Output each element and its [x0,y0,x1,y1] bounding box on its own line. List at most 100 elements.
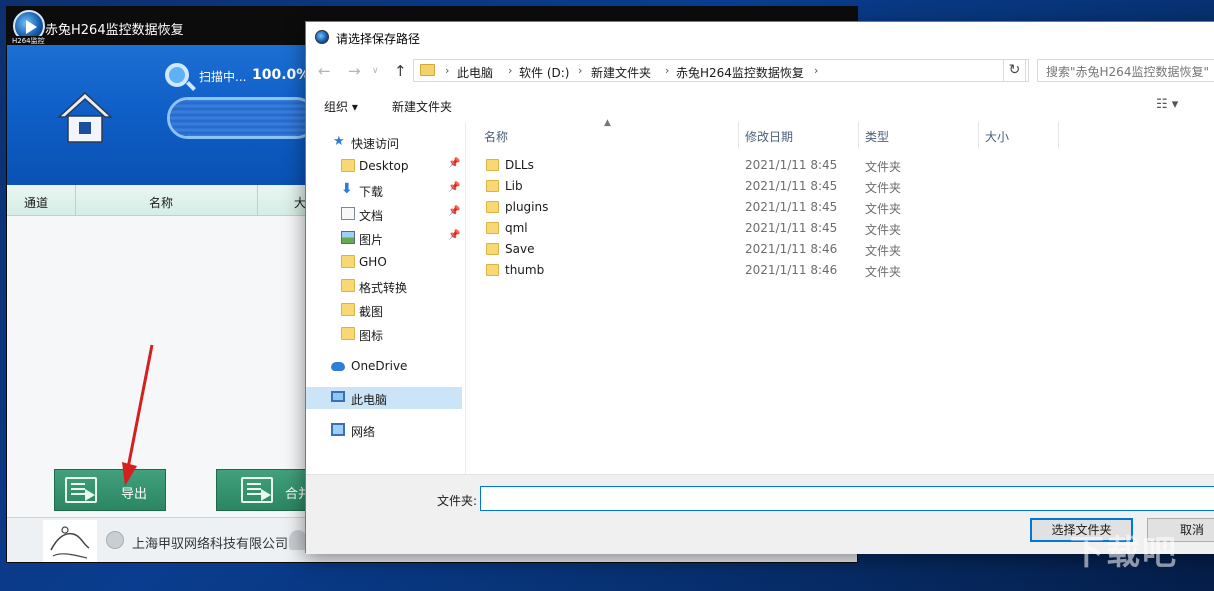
file-row[interactable]: Save 2021/1/11 8:46 文件夹 [466,239,1214,260]
pin-icon: 📌 [448,230,461,241]
nav-item-label: 格式转换 [359,281,408,295]
file-type: 文件夹 [865,244,902,258]
folder-icon [486,222,499,234]
scan-progress-bar [167,97,317,139]
column-header-size[interactable]: 大小 [985,128,1009,145]
new-folder-button[interactable]: 新建文件夹 [392,98,452,115]
nav-item-documents[interactable]: 文档 📌 [306,203,462,225]
folder-icon [486,201,499,213]
folder-icon [420,64,435,76]
address-bar[interactable]: › 此电脑 › 软件 (D:) › 新建文件夹 › 赤兔H264监控数据恢复 ›… [413,59,1101,82]
file-type: 文件夹 [865,160,902,174]
dialog-title: 请选择保存路径 [336,32,421,46]
back-arrow-icon[interactable]: ← [318,62,331,80]
view-options-icon[interactable]: ☷ ▾ [1156,97,1178,112]
nav-item-format-convert[interactable]: 格式转换 [306,275,462,297]
folder-icon [486,264,499,276]
dialog-titlebar[interactable]: 请选择保存路径 [306,22,1214,52]
save-path-dialog: 请选择保存路径 ← → ∨ ↑ › 此电脑 › 软件 (D:) › 新建文件夹 … [305,21,1214,554]
column-header-type[interactable]: 类型 [865,128,889,145]
nav-item-label: 下载 [359,185,384,199]
file-date: 2021/1/11 8:45 [745,200,838,214]
recent-locations-chevron-icon[interactable]: ∨ [372,66,379,76]
refresh-icon: ↻ [1008,62,1021,78]
folder-icon [486,159,499,171]
scan-progress-fill [170,100,314,136]
folder-icon [486,180,499,192]
nav-item-this-pc[interactable]: 此电脑 [306,387,462,409]
dialog-toolbar: 组织 ▾ 新建文件夹 ☷ ▾ [306,88,1214,122]
nav-item-gho[interactable]: GHO [306,251,462,273]
computer-icon [331,391,345,402]
folder-icon [341,159,355,172]
nav-item-label: 文档 [359,209,384,223]
nav-item-screenshots[interactable]: 截图 [306,299,462,321]
nav-item-icons[interactable]: 图标 [306,323,462,345]
folder-field-label: 文件夹: [437,494,478,508]
file-name: qml [505,221,528,235]
scan-percent: 100.0% [252,67,311,83]
folder-icon [341,303,355,316]
file-row[interactable]: plugins 2021/1/11 8:45 文件夹 [466,197,1214,218]
file-date: 2021/1/11 8:45 [745,179,838,193]
file-name: Save [505,242,535,256]
network-icon [331,423,345,436]
file-date: 2021/1/11 8:46 [745,242,838,256]
up-arrow-icon[interactable]: ↑ [394,62,407,80]
forward-arrow-icon[interactable]: → [348,62,361,80]
column-header-name[interactable]: 名称 [484,128,508,145]
sort-ascending-icon: ▲ [604,118,611,128]
export-icon [65,477,97,503]
nav-item-label: 网络 [351,425,376,439]
nav-item-network[interactable]: 网络 [306,419,462,441]
building-icon [106,531,124,549]
merge-icon [241,477,273,503]
column-header-date[interactable]: 修改日期 [745,128,793,145]
pin-icon: 📌 [448,206,461,217]
nav-item-pictures[interactable]: 图片 📌 [306,227,462,249]
nav-item-label: 截图 [359,305,384,319]
breadcrumb-new-folder[interactable]: 新建文件夹 [591,64,651,81]
nav-item-label: 此电脑 [351,393,388,407]
refresh-button[interactable]: ↻ [1003,59,1026,82]
dialog-navbar: ← → ∨ ↑ › 此电脑 › 软件 (D:) › 新建文件夹 › 赤兔H264… [306,52,1214,88]
file-date: 2021/1/11 8:45 [745,221,838,235]
nav-item-label: 快速访问 [351,137,400,151]
nav-item-label: 图标 [359,329,384,343]
file-name: DLLs [505,158,534,172]
app-title: 赤兔H264监控数据恢复 [45,23,184,38]
watermark-logo: 下载吧 [1070,533,1178,573]
nav-item-onedrive[interactable]: OneDrive [306,355,462,377]
nav-item-label: GHO [359,255,387,269]
nav-item-quick-access[interactable]: ★ 快速访问 [306,131,462,153]
file-row[interactable]: qml 2021/1/11 8:45 文件夹 [466,218,1214,239]
file-row[interactable]: Lib 2021/1/11 8:45 文件夹 [466,176,1214,197]
file-type: 文件夹 [865,223,902,237]
file-row[interactable]: thumb 2021/1/11 8:46 文件夹 [466,260,1214,281]
column-name[interactable]: 名称 [149,194,173,211]
pin-icon: 📌 [448,182,461,193]
search-input[interactable] [1037,59,1214,82]
breadcrumb-drive-d[interactable]: 软件 (D:) [519,64,569,81]
nav-item-desktop[interactable]: Desktop 📌 [306,155,462,177]
folder-icon [341,255,355,268]
dialog-app-icon [315,30,329,44]
file-list: ▲ 名称 修改日期 类型 大小 DLLs 2021/1/11 8:45 文件夹 … [466,118,1214,474]
file-type: 文件夹 [865,202,902,216]
home-icon[interactable] [57,89,113,145]
breadcrumb-this-pc[interactable]: 此电脑 [457,64,493,81]
file-row[interactable]: DLLs 2021/1/11 8:45 文件夹 [466,155,1214,176]
file-type: 文件夹 [865,265,902,279]
folder-icon [341,279,355,292]
folder-icon [341,327,355,340]
file-name: thumb [505,263,545,277]
file-name: Lib [505,179,523,193]
folder-input[interactable] [480,486,1214,511]
document-icon [341,207,355,220]
pin-icon: 📌 [448,158,461,169]
nav-item-downloads[interactable]: ⬇ 下载 📌 [306,179,462,201]
column-channel[interactable]: 通道 [24,194,48,211]
organize-menu[interactable]: 组织 ▾ [324,98,358,115]
breadcrumb-app-folder[interactable]: 赤兔H264监控数据恢复 [676,64,804,81]
nav-item-label: 图片 [359,233,384,247]
